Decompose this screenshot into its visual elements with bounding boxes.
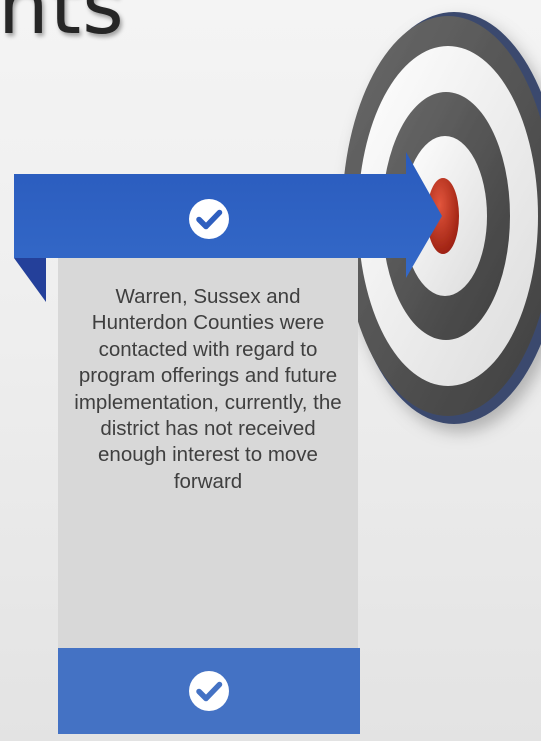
check-circle-icon <box>189 671 229 711</box>
banner-arrow <box>14 152 442 302</box>
check-circle-icon <box>189 199 229 239</box>
slide: nts Warren, Sussex and Hunterdon Countie… <box>0 0 541 741</box>
arrow-fold <box>14 258 46 302</box>
